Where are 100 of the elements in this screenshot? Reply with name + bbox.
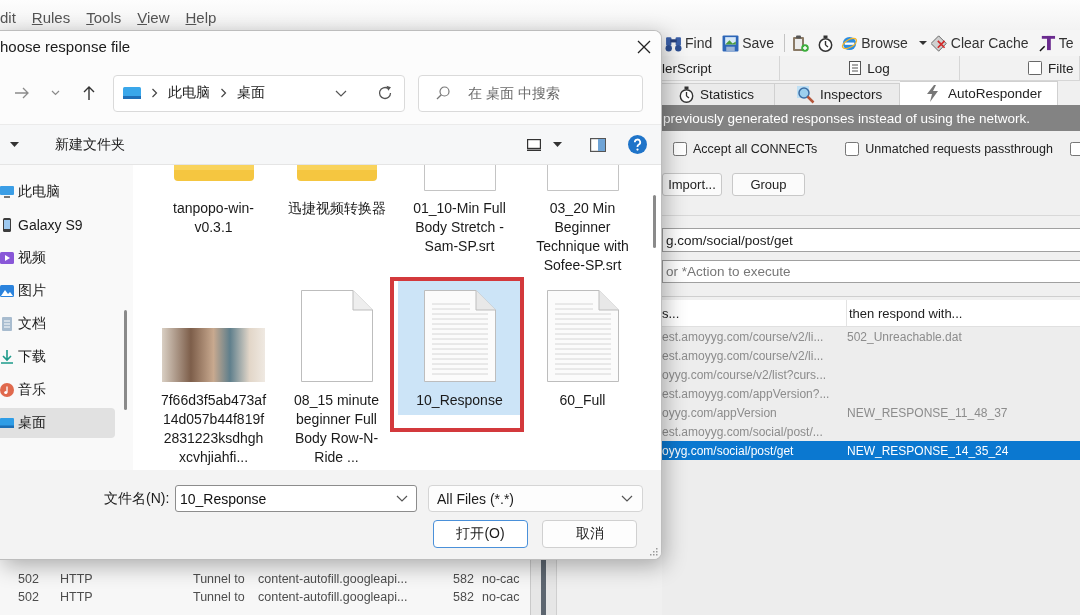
toolbar-button[interactable]: Clear Cache [930, 32, 1029, 54]
column-header[interactable]: then respond with... [847, 300, 963, 326]
list-cell-text: est.amoyyg.com/appVersion?... [662, 386, 831, 401]
scrollbar-thumb[interactable] [653, 195, 656, 248]
dialog-button[interactable]: 取消 [542, 520, 637, 548]
clipboard-icon[interactable] [792, 34, 810, 52]
caret-icon[interactable] [553, 142, 562, 147]
file-item[interactable]: 03_20 Min Beginner Technique with Sofee-SP.srt [521, 165, 644, 275]
rule-row[interactable]: oyyg.com/social/post/get NEW_RESPONSE_14_35_24 [662, 441, 1080, 460]
up-arrow-icon[interactable] [82, 85, 96, 101]
chevron-down-icon[interactable] [396, 495, 408, 502]
preview-pane-icon[interactable] [590, 137, 606, 152]
file-name: 迅捷视频转换器 [286, 199, 387, 218]
action-field[interactable]: or *Action to execute [662, 260, 1080, 283]
nav-item[interactable]: 图片 [0, 276, 115, 306]
menu-item[interactable]: Tools [86, 8, 122, 26]
toolbar-button[interactable]: Find [665, 32, 713, 54]
file-name-field[interactable]: 10_Response [175, 485, 417, 512]
menu-item[interactable]: dit [0, 8, 16, 26]
stopwatch-icon[interactable] [817, 34, 835, 52]
nav-item[interactable]: 视频 [0, 243, 115, 273]
table-cell-text: content-autofill.googleapi... [258, 590, 409, 604]
lightning-icon [925, 85, 940, 102]
dialog-button[interactable]: 打开(O) [433, 520, 528, 548]
stopwatch-icon [678, 86, 695, 103]
list-cell: 502_Unreachable.dat [847, 329, 962, 344]
list-cell-text: oyyg.com/social/post/get [662, 443, 795, 458]
tab[interactable]: Log [780, 56, 960, 81]
menu-item[interactable]: Help [185, 8, 217, 26]
chevron-down-icon[interactable] [51, 90, 60, 96]
tab[interactable]: AutoResponder [900, 81, 1058, 105]
file-name: 7f66d3f5ab473af14d057b44f819f2831223ksdhghxcvhjiahfi... [160, 391, 267, 467]
caret-icon[interactable] [918, 41, 927, 45]
panel-button[interactable]: Group [732, 173, 805, 196]
info-banner: previously generated responses instead of using the network. [662, 105, 1080, 131]
phone-icon [0, 218, 14, 232]
magnifier-icon [796, 85, 815, 104]
text-file-icon [423, 290, 496, 382]
nav-item[interactable]: 音乐 [0, 375, 115, 405]
file-item[interactable]: 08_15 minute beginner Full Body Row-N-Ride ... [275, 280, 398, 470]
nav-item[interactable]: 文档 [0, 309, 115, 339]
checkbox[interactable] [845, 142, 860, 156]
forward-arrow-icon[interactable] [14, 86, 30, 100]
tab[interactable]: Statistics [662, 83, 775, 105]
clear-icon [930, 34, 948, 52]
save-icon [722, 34, 740, 52]
search-field[interactable]: 在 桌面 中搜索 [418, 74, 643, 112]
table-cell-text: no-cac [482, 572, 521, 586]
menu-item[interactable]: View [137, 8, 170, 26]
tab[interactable]: Inspectors [775, 83, 900, 105]
panel-button[interactable]: Import... [662, 173, 722, 196]
toolbar-button[interactable]: Te [1038, 32, 1074, 54]
tab[interactable]: lerScript [662, 56, 780, 81]
toolbar-button[interactable]: Browse [841, 32, 908, 54]
file-name: 08_15 minute beginner Full Body Row-N-Ride ... [293, 391, 380, 467]
file-item[interactable]: 7f66d3f5ab473af14d057b44f819f2831223ksdhghxcvhjiahfi... [152, 280, 275, 470]
checkbox[interactable] [1028, 61, 1042, 75]
table-cell-text: Tunnel to [193, 590, 246, 604]
binoculars-icon [665, 34, 682, 52]
checkbox-label[interactable]: Unmatched requests passthrough [865, 142, 1053, 156]
scrollbar-thumb[interactable] [124, 310, 127, 410]
chevron-down-icon[interactable] [335, 89, 347, 97]
desktop-icon [0, 416, 14, 430]
breadcrumb-item[interactable]: 桌面 [237, 84, 265, 102]
chevron-right-icon[interactable] [151, 88, 158, 98]
layout-icon[interactable] [527, 138, 541, 151]
menu-item[interactable]: Rules [31, 8, 71, 26]
close-icon[interactable] [637, 39, 651, 54]
file-item[interactable]: tanpopo-win-v0.3.1 [152, 165, 275, 237]
match-field[interactable]: g.com/social/post/get [662, 228, 1080, 252]
letter-t-icon [1038, 34, 1056, 52]
checkbox[interactable] [673, 142, 687, 156]
file-item[interactable]: 60_Full [521, 280, 644, 415]
refresh-icon[interactable] [377, 85, 393, 101]
new-folder-button[interactable]: 新建文件夹 [55, 135, 125, 154]
table-cell-text: HTTP [60, 572, 94, 586]
chevron-down-icon[interactable] [621, 495, 633, 502]
nav-item[interactable]: 此电脑 [0, 177, 115, 207]
file-name-label: 文件名(N): [104, 489, 171, 508]
checkbox-label[interactable]: Accept all CONNECTs [693, 142, 818, 156]
file-item[interactable]: 10_Response [398, 280, 521, 415]
list-cell-text: oyyg.com/course/v2/list?curs... [662, 367, 828, 382]
file-type-dropdown[interactable]: All Files (*.*) [428, 485, 643, 512]
help-icon[interactable] [628, 135, 647, 154]
nav-item[interactable]: 下载 [0, 342, 115, 372]
file-item[interactable]: 迅捷视频转换器 [275, 165, 398, 218]
table-cell-text: 582 [453, 572, 475, 586]
file-item[interactable]: 01_10-Min Full Body Stretch - Sam-SP.srt [398, 165, 521, 256]
table-cell-text: no-cac [482, 590, 521, 604]
address-bar[interactable]: 此电脑 桌面 [113, 74, 405, 112]
toolbar-button[interactable]: Save [722, 32, 775, 54]
resize-grip-icon[interactable] [650, 548, 658, 556]
tab[interactable]: Filte [960, 56, 1080, 81]
folder-icon [296, 165, 377, 181]
nav-item[interactable]: Galaxy S9 [0, 210, 115, 240]
chevron-right-icon[interactable] [220, 88, 227, 98]
breadcrumb-item[interactable]: 此电脑 [168, 84, 210, 102]
nav-item[interactable]: 桌面 [0, 408, 115, 438]
checkbox[interactable] [1069, 142, 1080, 156]
caret-icon[interactable] [10, 142, 19, 147]
